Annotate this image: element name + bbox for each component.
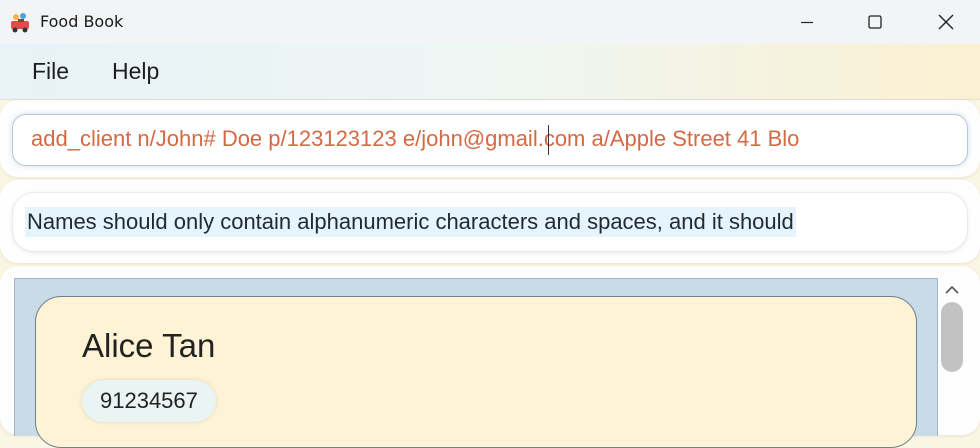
client-name: Alice Tan [82,327,216,364]
maximize-icon [868,15,882,29]
menu-file[interactable]: File [32,58,69,85]
close-icon [938,14,954,30]
command-input-text: add_client n/John# Doe p/123123123 e/joh… [31,126,800,151]
close-button[interactable] [926,8,966,36]
command-input[interactable]: add_client n/John# Doe p/123123123 e/joh… [12,114,968,166]
client-card[interactable]: Alice Tan 91234567 [35,296,917,448]
minimize-icon [801,21,813,24]
scrollbar-thumb[interactable] [941,302,963,372]
food-book-app-icon [8,10,32,34]
result-display[interactable]: Names should only contain alphanumeric c… [12,192,968,252]
client-list[interactable]: Alice Tan 91234567 [14,278,938,448]
title-bar: Food Book [0,0,980,44]
result-panel: Names should only contain alphanumeric c… [0,180,980,263]
text-caret [548,125,549,155]
window-title: Food Book [40,12,124,31]
client-list-panel: Alice Tan 91234567 [0,266,980,448]
chevron-up-icon [945,285,959,294]
command-panel: add_client n/John# Doe p/123123123 e/joh… [0,100,980,177]
scroll-up-button[interactable] [943,282,961,296]
menu-help[interactable]: Help [112,58,159,85]
result-message: Names should only contain alphanumeric c… [25,207,796,237]
maximize-button[interactable] [855,8,895,36]
minimize-button[interactable] [787,8,827,36]
client-phone-tag: 91234567 [82,380,216,422]
menu-bar: File Help [0,44,980,100]
